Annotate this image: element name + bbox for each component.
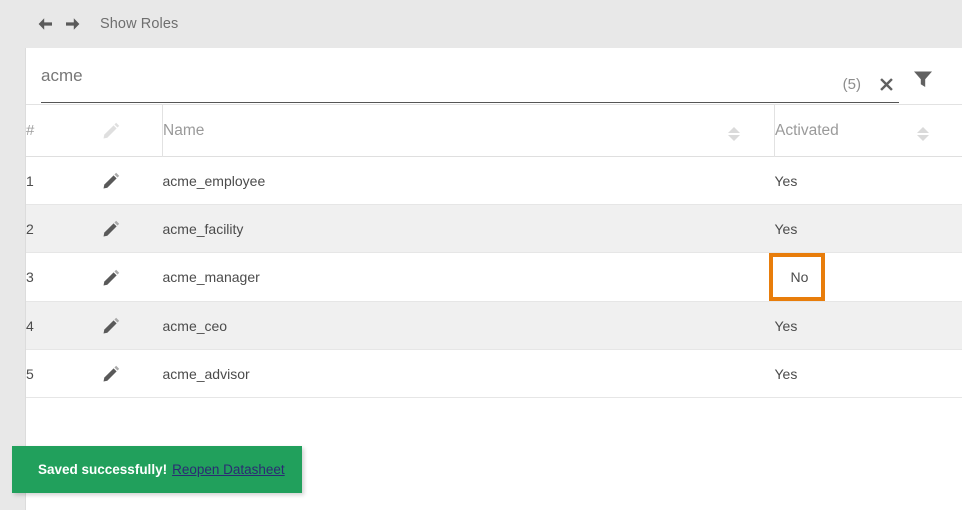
row-edit-cell[interactable] (88, 253, 163, 302)
activated-value: Yes (774, 317, 798, 334)
column-header-number-label: # (26, 122, 35, 139)
row-name: acme_employee (162, 172, 266, 189)
roles-table: # Name Activated 1 acme_employee Yes 2 a… (26, 104, 962, 398)
activated-value: Yes (774, 365, 798, 382)
row-name: acme_advisor (162, 365, 250, 382)
pencil-icon[interactable] (88, 219, 163, 238)
column-header-activated[interactable]: Activated (774, 104, 917, 157)
row-name: acme_manager (162, 269, 260, 285)
table-body: 1 acme_employee Yes 2 acme_facility Yes 3 acme_… (26, 157, 962, 398)
sort-ascending-icon (728, 127, 740, 133)
column-header-activated-label: Activated (775, 121, 839, 139)
column-header-edit (88, 104, 163, 157)
row-activated-cell[interactable]: Yes (775, 157, 962, 205)
search-field-wrapper: (5) (41, 56, 899, 103)
sort-toggle-activated[interactable] (917, 105, 962, 157)
row-edit-cell[interactable] (88, 205, 163, 253)
row-activated-cell[interactable]: No (768, 253, 962, 302)
result-count: (5) (842, 76, 861, 93)
row-edit-cell[interactable] (88, 157, 163, 205)
activated-value: Yes (774, 220, 798, 237)
row-name: acme_ceo (162, 317, 228, 334)
column-header-name-label: Name (163, 121, 205, 139)
sort-descending-icon (917, 135, 929, 141)
row-edit-cell[interactable] (88, 302, 163, 350)
table-row[interactable]: 1 acme_employee Yes (26, 157, 962, 205)
back-arrow-icon[interactable] (32, 11, 58, 37)
sort-arrows-icon[interactable] (728, 127, 740, 141)
toast-message: Saved successfully! (38, 462, 168, 477)
sort-toggle-name[interactable] (728, 105, 775, 157)
pencil-icon[interactable] (88, 364, 163, 383)
row-number: 5 (26, 365, 34, 382)
row-activated-cell[interactable]: Yes (775, 350, 962, 398)
row-number: 2 (26, 220, 34, 237)
breadcrumb[interactable]: Show Roles (100, 16, 178, 32)
pencil-icon[interactable] (88, 268, 163, 287)
table-row[interactable]: 5 acme_advisor Yes (26, 350, 962, 398)
sort-ascending-icon (917, 127, 929, 133)
activated-value: Yes (774, 172, 798, 189)
save-confirmation-toast: Saved successfully! Reopen Datasheet (12, 446, 302, 493)
search-input[interactable] (41, 66, 899, 92)
row-number: 4 (26, 317, 34, 334)
sort-descending-icon (728, 135, 740, 141)
filter-funnel-icon[interactable] (899, 56, 947, 102)
close-icon[interactable] (873, 71, 899, 97)
table-row[interactable]: 2 acme_facility Yes (26, 204, 962, 253)
row-edit-cell[interactable] (88, 350, 163, 398)
pencil-icon (88, 121, 162, 140)
reopen-datasheet-link[interactable]: Reopen Datasheet (172, 462, 285, 477)
activated-value-highlighted: No (768, 253, 825, 301)
row-number: 1 (26, 172, 34, 189)
content-card: (5) # (25, 48, 962, 510)
forward-arrow-icon[interactable] (60, 11, 86, 37)
top-navigation-bar: Show Roles (0, 0, 962, 48)
row-number: 3 (26, 269, 34, 285)
search-toolbar: (5) (41, 48, 947, 104)
column-header-name[interactable]: Name (163, 105, 729, 157)
row-activated-cell[interactable]: Yes (775, 302, 962, 350)
pencil-icon[interactable] (88, 316, 163, 335)
table-header-row: # Name Activated (26, 104, 962, 157)
table-row[interactable]: 4 acme_ceo Yes (26, 301, 962, 350)
pencil-icon[interactable] (88, 171, 163, 190)
sort-arrows-icon[interactable] (917, 127, 929, 141)
column-header-number[interactable]: # (26, 105, 88, 157)
row-name: acme_facility (162, 220, 244, 237)
table-header: # Name Activated (26, 104, 962, 157)
row-activated-cell[interactable]: Yes (775, 205, 962, 253)
table-row[interactable]: 3 acme_manager No (26, 253, 962, 302)
